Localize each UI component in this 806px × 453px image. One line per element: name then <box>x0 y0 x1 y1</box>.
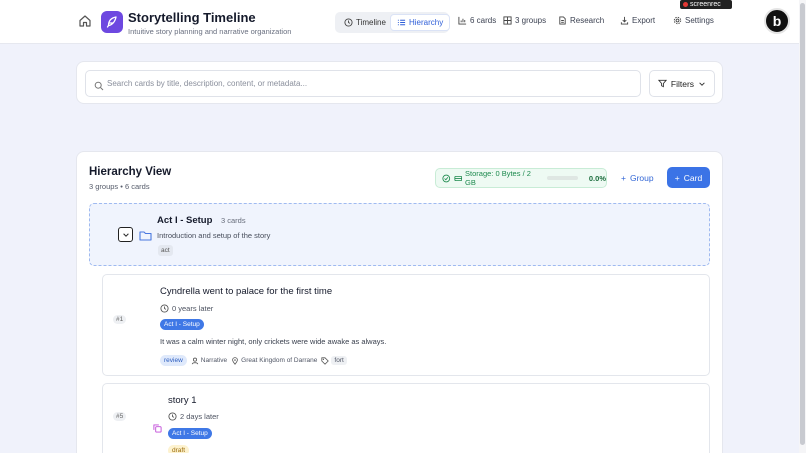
gear-icon <box>673 16 682 25</box>
research-button[interactable]: Research <box>558 16 604 25</box>
group-tag: act <box>158 245 173 256</box>
clock-icon <box>160 304 169 313</box>
plus-icon: + <box>621 173 626 183</box>
card-body: It was a calm winter night, only cricket… <box>160 337 387 346</box>
card-title: Cyndrella went to palace for the first t… <box>160 286 333 297</box>
tab-hierarchy[interactable]: Hierarchy <box>390 14 451 31</box>
tag-icon <box>321 356 330 365</box>
clock-icon <box>168 412 177 421</box>
grid-icon <box>503 16 512 25</box>
storage-indicator: Storage: 0 Bytes / 2 GB 0.0% <box>435 168 607 188</box>
check-circle-icon <box>442 174 451 182</box>
app-header: Storytelling Timeline Intuitive story pl… <box>0 0 806 44</box>
folder-icon <box>139 228 152 246</box>
storage-progress <box>546 176 578 180</box>
card-meta: review Narrative Great Kingdom of Darran… <box>160 355 347 366</box>
card-title: story 1 <box>168 395 197 406</box>
card-time: 2 days later <box>168 412 219 421</box>
scrollbar-thumb[interactable] <box>800 3 805 445</box>
hierarchy-panel: Hierarchy View 3 groups • 6 cards Storag… <box>76 151 723 453</box>
group-name: Act I - Setup <box>157 215 213 226</box>
app-logo <box>101 11 123 33</box>
settings-button[interactable]: Settings <box>673 16 714 25</box>
bar-chart-icon <box>458 16 467 25</box>
list-icon <box>397 19 406 26</box>
hard-drive-icon <box>453 175 462 181</box>
status-badge: draft <box>168 445 190 453</box>
search-input[interactable] <box>107 71 627 96</box>
chevron-down-icon <box>699 81 705 86</box>
view-switcher: Timeline Hierarchy <box>335 12 451 33</box>
record-icon <box>683 2 688 7</box>
group-pill: Act I - Setup <box>160 319 204 330</box>
map-pin-icon <box>232 356 238 365</box>
storage-percent: 0.0% <box>588 173 606 183</box>
download-icon <box>620 16 629 25</box>
group-pill: Act I - Setup <box>168 428 212 439</box>
screenrec-badge: screenrec <box>680 0 732 9</box>
app-title: Storytelling Timeline <box>128 10 256 25</box>
tab-hierarchy-label: Hierarchy <box>409 18 444 27</box>
card-number: #5 <box>113 412 127 421</box>
add-group-button[interactable]: + Group <box>621 168 654 188</box>
filter-icon <box>657 79 667 88</box>
card-number: #1 <box>113 315 127 324</box>
export-button[interactable]: Export <box>620 16 655 25</box>
user-icon <box>191 357 198 364</box>
story-card[interactable]: #1 Cyndrella went to palace for the firs… <box>102 274 710 376</box>
tab-timeline[interactable]: Timeline <box>338 14 392 31</box>
collapse-button[interactable] <box>118 227 133 242</box>
status-badge: review <box>160 355 187 366</box>
scrollbar[interactable] <box>799 0 806 453</box>
filters-button[interactable]: Filters <box>649 70 715 97</box>
copy-icon[interactable] <box>153 420 162 438</box>
search-icon <box>94 78 104 96</box>
groups-count: 3 groups <box>503 16 546 25</box>
clock-icon <box>344 18 353 27</box>
page-title: Hierarchy View <box>89 166 172 178</box>
document-icon <box>559 16 566 25</box>
add-card-button[interactable]: + Card <box>667 167 710 188</box>
group-act-i[interactable]: Act I - Setup 3 cards Introduction and s… <box>89 203 710 266</box>
card-time: 0 years later <box>160 304 213 313</box>
storage-label: Storage: 0 Bytes / 2 GB <box>465 169 531 187</box>
card-tag: fort <box>321 356 347 365</box>
hierarchy-summary: 3 groups • 6 cards <box>89 182 150 191</box>
card-type: Narrative <box>191 357 227 365</box>
feather-icon <box>106 16 117 28</box>
plus-icon: + <box>674 172 680 183</box>
group-card-count: 3 cards <box>221 216 246 225</box>
story-card[interactable]: #5 story 1 2 days later Act I - Setup dr… <box>102 383 710 453</box>
search-box <box>85 70 641 97</box>
chevron-down-icon <box>122 232 129 237</box>
app-subtitle: Intuitive story planning and narrative o… <box>128 27 292 36</box>
search-panel: Filters <box>76 61 723 104</box>
card-location: Great Kingdom of Darrane <box>231 356 317 365</box>
home-icon[interactable] <box>78 14 92 28</box>
avatar[interactable]: b <box>764 8 790 34</box>
group-description: Introduction and setup of the story <box>157 231 271 240</box>
tab-timeline-label: Timeline <box>356 18 386 27</box>
cards-count: 6 cards <box>458 16 496 25</box>
